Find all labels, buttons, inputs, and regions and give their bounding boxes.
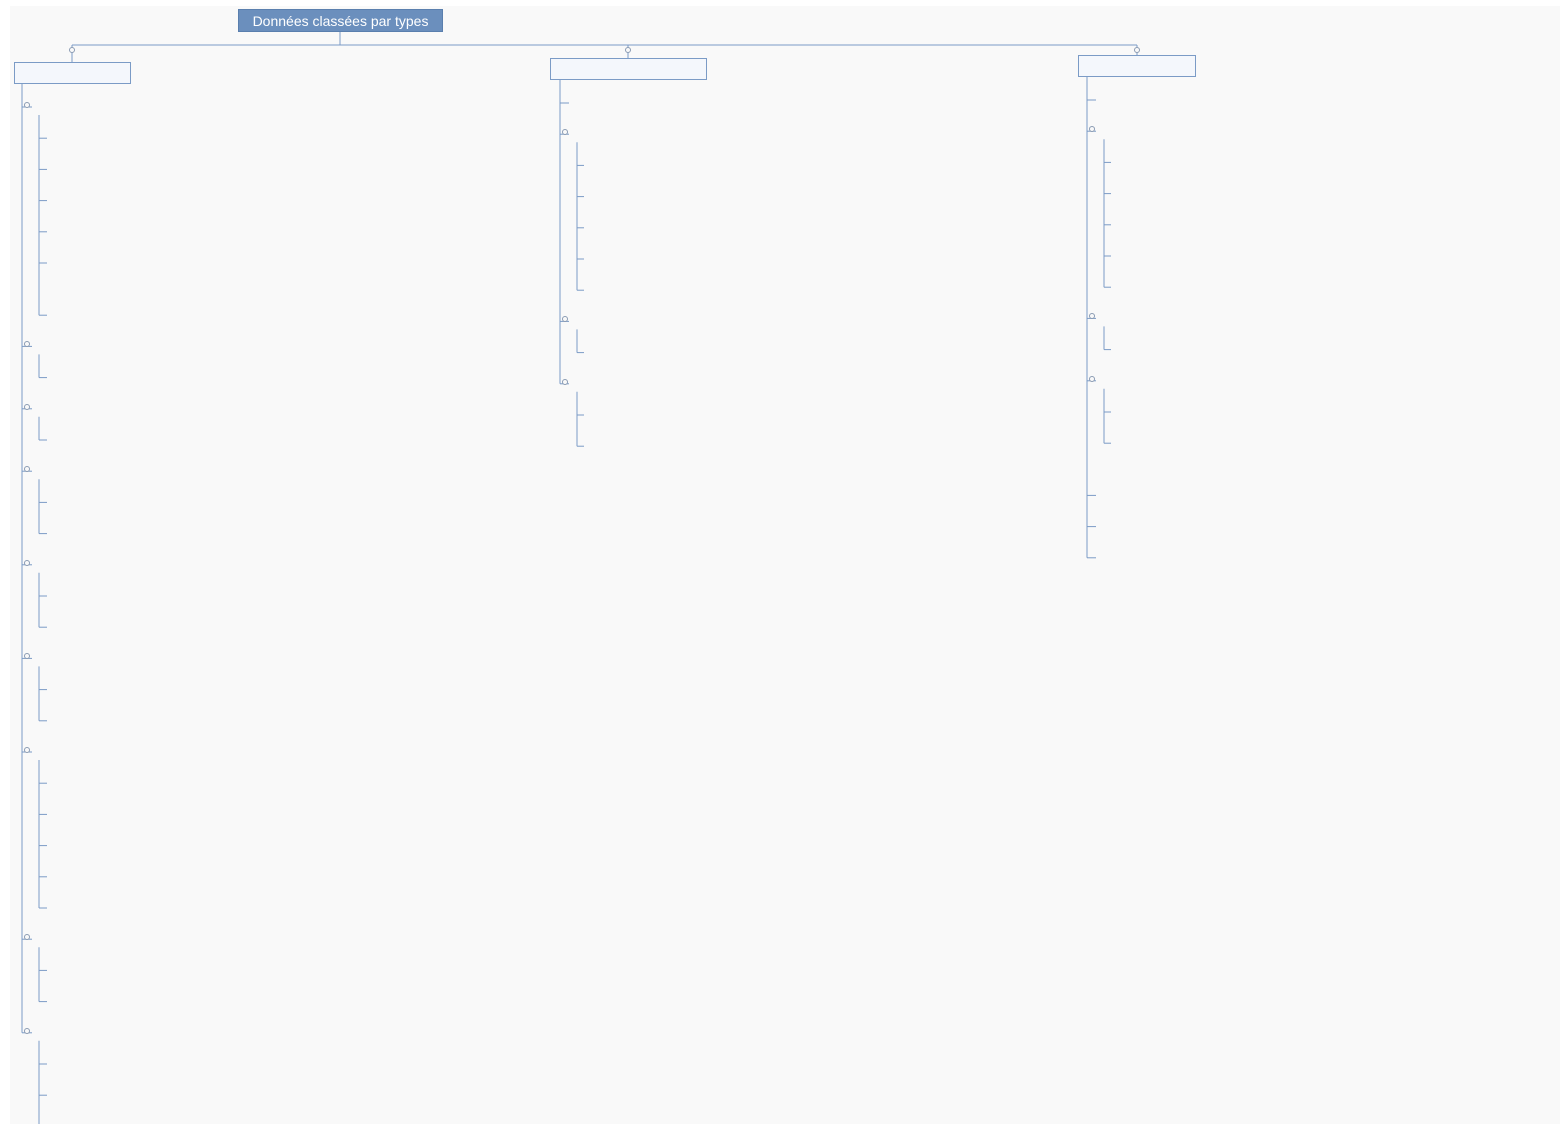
column-node[interactable]: [14, 62, 131, 84]
collapse-toggle-icon[interactable]: [24, 747, 30, 753]
collapse-toggle-icon[interactable]: [24, 1027, 30, 1034]
collapse-toggle-icon[interactable]: [69, 47, 75, 53]
collapse-toggle-icon[interactable]: [1134, 47, 1140, 53]
collapse-toggle-icon[interactable]: [24, 102, 30, 108]
connector-lines: [21, 32, 1138, 1124]
collapse-toggle-icon[interactable]: [625, 47, 631, 53]
root-node[interactable]: Données classées par types: [238, 9, 443, 32]
collapse-toggle-icon[interactable]: [562, 378, 568, 385]
column-node[interactable]: [1078, 55, 1196, 77]
collapse-toggle-icon[interactable]: [24, 403, 30, 410]
collapse-toggle-icon[interactable]: [1089, 375, 1095, 382]
column-node[interactable]: [550, 58, 707, 80]
collapse-toggle-icon[interactable]: [24, 559, 30, 566]
